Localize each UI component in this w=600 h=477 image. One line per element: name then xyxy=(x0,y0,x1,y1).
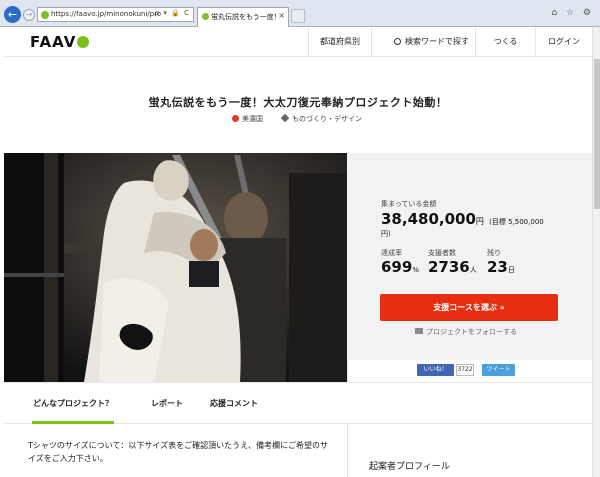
supporters-label: 支援者数 xyxy=(428,249,456,257)
project-title-area: 蛍丸伝説をもう一度！大太刀復元奉納プロジェクト始動！ 美濃国 ものづくり・デザイ… xyxy=(4,57,592,153)
logo-text: FAAV xyxy=(30,33,77,51)
tab-report[interactable]: レポート xyxy=(144,383,190,424)
achievement-label: 達成率 xyxy=(381,249,402,257)
address-url[interactable]: https://faavo.jp/minonokuni/project/839 xyxy=(51,10,161,18)
forward-arrow-icon[interactable]: → xyxy=(23,9,35,21)
new-tab-button[interactable] xyxy=(291,9,305,23)
browser-chrome: ← → https://faavo.jp/minonokuni/project/… xyxy=(0,0,600,27)
browser-tab[interactable]: 蛍丸伝説をもう一度！大... × xyxy=(197,7,289,27)
follow-project-link[interactable]: プロジェクトをフォローする xyxy=(415,327,517,337)
supporters-unit: 人 xyxy=(469,266,477,274)
tab-about[interactable]: どんなプロジェクト？ xyxy=(32,383,114,424)
location-pin-icon xyxy=(232,115,239,122)
tweet-button[interactable]: ツイート xyxy=(482,364,515,376)
choose-support-course-button[interactable]: 支援コースを選ぶ » xyxy=(380,294,558,321)
logo-circle-icon xyxy=(77,36,90,48)
project-region[interactable]: 美濃国 xyxy=(232,114,263,124)
faavo-logo[interactable]: FAAV xyxy=(30,33,90,51)
sidebar-divider xyxy=(347,424,348,477)
nav-search[interactable]: 検索ワードで探す xyxy=(371,27,475,57)
remaining-label: 残り xyxy=(487,249,501,257)
project-body-text: Tシャツのサイズについて：以下サイズ表をご確認頂いたうえ、備考欄にご希望のサイズ… xyxy=(28,441,329,463)
raised-amount: 38,480,000円 (目標 5,500,000 xyxy=(381,210,544,228)
project-content: Tシャツのサイズについて：以下サイズ表をご確認頂いたうえ、備考欄にご希望のサイズ… xyxy=(4,424,592,477)
achievement-rate: 699% xyxy=(381,258,419,276)
project-region-label: 美濃国 xyxy=(242,115,263,123)
mail-icon xyxy=(415,328,423,334)
project-title: 蛍丸伝説をもう一度！大太刀復元奉納プロジェクト始動！ xyxy=(148,96,448,109)
project-category[interactable]: ものづくり・デザイン xyxy=(280,113,362,124)
project-tabs: どんなプロジェクト？ レポート 応援コメント xyxy=(4,382,592,424)
raised-amount-value: 38,480,000 xyxy=(381,210,476,228)
remaining-unit: 日 xyxy=(507,266,515,274)
nav-create[interactable]: つくる xyxy=(475,27,535,57)
goal-amount: (目標 5,500,000 xyxy=(489,218,544,226)
facebook-like-count: 3722 xyxy=(456,364,474,376)
tab-close-icon[interactable]: × xyxy=(278,11,285,20)
project-main-photo xyxy=(4,153,347,382)
share-row: いいね！ 3722 ツイート xyxy=(347,360,592,382)
remaining-value: 23 xyxy=(487,258,508,276)
raised-amount-unit: 円 xyxy=(475,217,484,226)
scrollbar-thumb[interactable] xyxy=(594,59,600,209)
raised-label: 集まっている金額 xyxy=(381,200,437,208)
project-category-label: ものづくり・デザイン xyxy=(292,115,362,123)
remaining-days: 23日 xyxy=(487,258,515,276)
funding-panel: 集まっている金額 38,480,000円 (目標 5,500,000 円) 達成… xyxy=(347,153,592,360)
sword-swinging-photo xyxy=(4,153,347,382)
nav-login[interactable]: ログイン xyxy=(535,27,592,57)
follow-project-label: プロジェクトをフォローする xyxy=(426,328,517,336)
facebook-like-button[interactable]: いいね！ xyxy=(417,364,454,376)
owner-profile-heading: 起案者プロフィール xyxy=(369,462,450,472)
tab-comments[interactable]: 応援コメント xyxy=(204,383,264,424)
goal-amount-unit: 円) xyxy=(381,230,391,238)
achievement-value: 699 xyxy=(381,258,413,276)
browser-toolbar-icons[interactable]: ⌂ ☆ ⚙ xyxy=(551,8,594,18)
search-icon xyxy=(394,38,401,45)
supporters-count: 2736人 xyxy=(428,258,477,276)
nav-region[interactable]: 都道府県別 xyxy=(308,27,371,57)
achievement-unit: % xyxy=(412,266,419,274)
site-header: FAAV 都道府県別 検索ワードで探す つくる ログイン xyxy=(4,27,592,57)
site-favicon-icon xyxy=(41,11,49,19)
supporters-value: 2736 xyxy=(428,258,470,276)
address-bar-icons[interactable]: ρ ▾ 🔒 C xyxy=(155,9,190,17)
nav-search-label: 検索ワードで探す xyxy=(405,37,469,46)
page-scrollbar[interactable] xyxy=(592,27,600,477)
address-bar[interactable]: https://faavo.jp/minonokuni/project/839 … xyxy=(37,7,194,22)
tab-title: 蛍丸伝説をもう一度！大... xyxy=(211,13,277,21)
back-arrow-icon[interactable]: ← xyxy=(4,6,21,23)
tag-icon xyxy=(280,113,290,123)
tab-favicon-icon xyxy=(202,13,209,20)
